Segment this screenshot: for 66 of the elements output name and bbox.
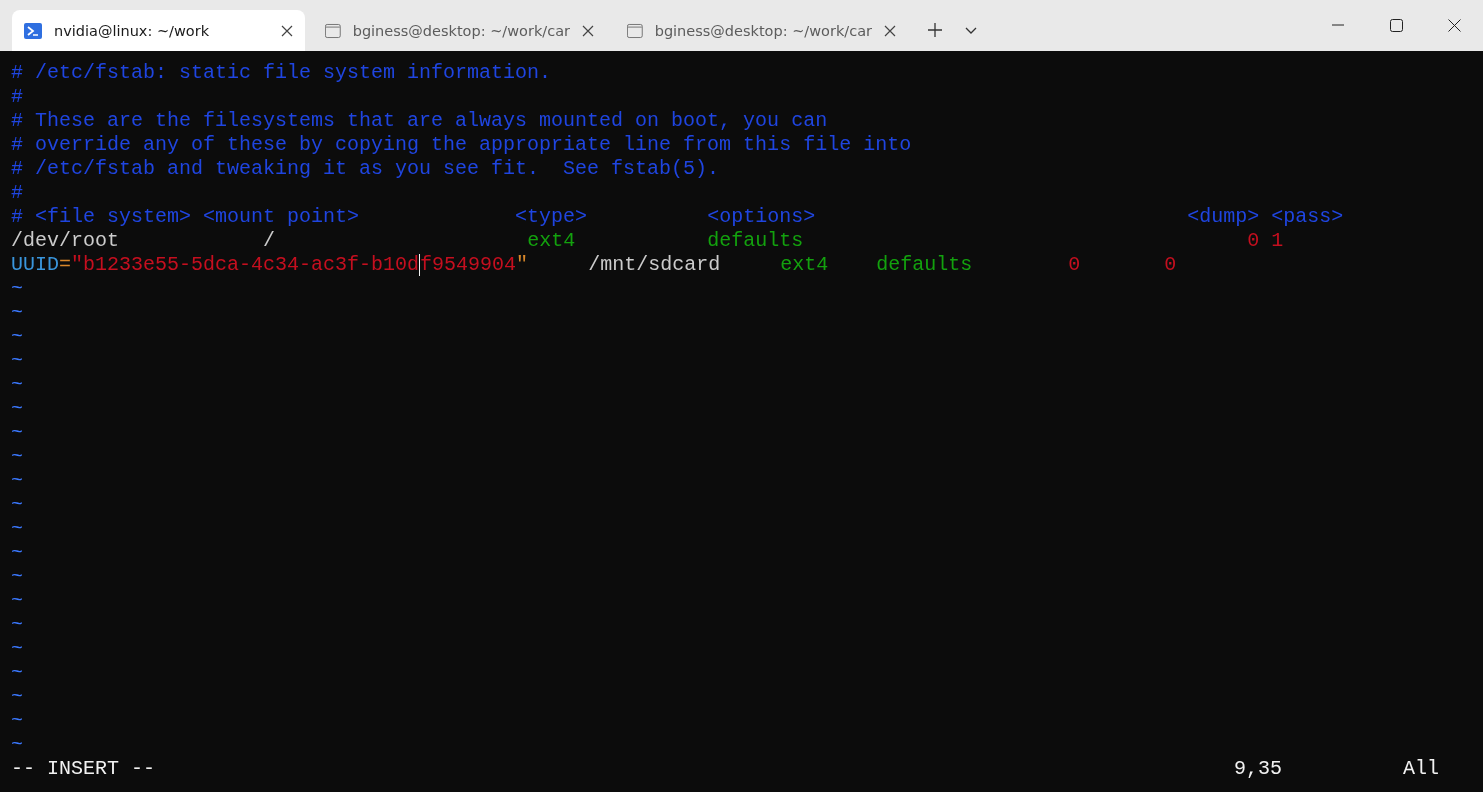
code-text: "b1233e55-5dca-4c34-ac3f-b10d: [71, 253, 420, 277]
code-text: <options>: [707, 205, 816, 229]
empty-line-marker: ~: [11, 685, 23, 709]
cursor-position: 9,35: [1233, 757, 1282, 781]
code-text: <dump> <pass>: [1187, 205, 1344, 229]
empty-line-marker: ~: [11, 637, 23, 661]
close-icon: [1447, 18, 1461, 32]
code-text: defaults: [707, 229, 804, 253]
code-text: UUID: [11, 253, 59, 277]
empty-line-marker: ~: [11, 325, 23, 349]
empty-line-marker: ~: [11, 709, 23, 733]
mode-indicator: -- INSERT --: [11, 757, 156, 781]
tab-title: bginess@desktop: ~/work/car: [352, 22, 570, 39]
close-icon[interactable]: [281, 24, 293, 37]
empty-line-marker: ~: [11, 301, 23, 325]
code-text: f9549904: [420, 253, 517, 277]
plus-icon: [928, 23, 942, 37]
code-text: ext4: [527, 229, 576, 253]
code-text: # These are the filesystems that are always mounted on boot, you can: [11, 109, 828, 133]
code-text: <type>: [515, 205, 588, 229]
empty-line-marker: ~: [11, 613, 23, 637]
empty-line-marker: ~: [11, 565, 23, 589]
code-text: ext4: [780, 253, 829, 277]
empty-line-marker: ~: [11, 421, 23, 445]
code-text: #: [11, 85, 23, 109]
maximize-icon: [1389, 18, 1403, 32]
code-text: #: [11, 181, 23, 205]
empty-line-marker: ~: [11, 517, 23, 541]
code-text: /mnt/sdcard: [588, 253, 721, 277]
scroll-position: All: [1403, 757, 1439, 781]
code-text: 0 1: [1247, 229, 1284, 253]
code-text: # /etc/fstab and tweaking it as you see fit. See fstab(5).: [11, 157, 720, 181]
terminal-tab[interactable]: bginess@desktop: ~/work/car: [615, 10, 908, 51]
close-icon[interactable]: [582, 24, 594, 37]
code-text: =: [59, 253, 72, 277]
empty-line-marker: ~: [11, 733, 23, 757]
code-text: /: [263, 229, 276, 253]
code-text: # override any of these by copying the appropriate line from this file into: [11, 133, 912, 157]
text-cursor: [419, 254, 421, 276]
chevron-down-icon: [965, 26, 977, 34]
code-text: # <file system> <mount point>: [11, 205, 360, 229]
code-text: /dev/root: [11, 229, 120, 253]
console-icon: [627, 22, 643, 39]
code-text: defaults: [876, 253, 973, 277]
empty-line-marker: ~: [11, 469, 23, 493]
empty-line-marker: ~: [11, 445, 23, 469]
empty-line-marker: ~: [11, 397, 23, 421]
console-icon: [325, 22, 341, 39]
minimize-icon: [1332, 24, 1344, 26]
empty-line-marker: ~: [11, 349, 23, 373]
tab-title: nvidia@linux: ~/work: [54, 22, 211, 39]
tab-title: bginess@desktop: ~/work/car: [654, 22, 872, 39]
prompt-icon: [24, 22, 42, 39]
empty-line-marker: ~: [11, 661, 23, 685]
empty-line-marker: ~: [11, 493, 23, 517]
empty-line-marker: ~: [11, 541, 23, 565]
code-text: ": [516, 253, 529, 277]
empty-line-marker: ~: [11, 277, 23, 301]
code-text: 0: [1068, 253, 1081, 277]
close-icon[interactable]: [884, 24, 896, 37]
code-text: # /etc/fstab: static file system information.: [11, 61, 552, 85]
code-text: 0: [1164, 253, 1177, 277]
empty-line-marker: ~: [11, 373, 23, 397]
empty-line-marker: ~: [11, 589, 23, 613]
terminal-tab[interactable]: nvidia@linux: ~/work: [12, 10, 305, 51]
terminal-tab[interactable]: bginess@desktop: ~/work/car: [313, 10, 606, 51]
